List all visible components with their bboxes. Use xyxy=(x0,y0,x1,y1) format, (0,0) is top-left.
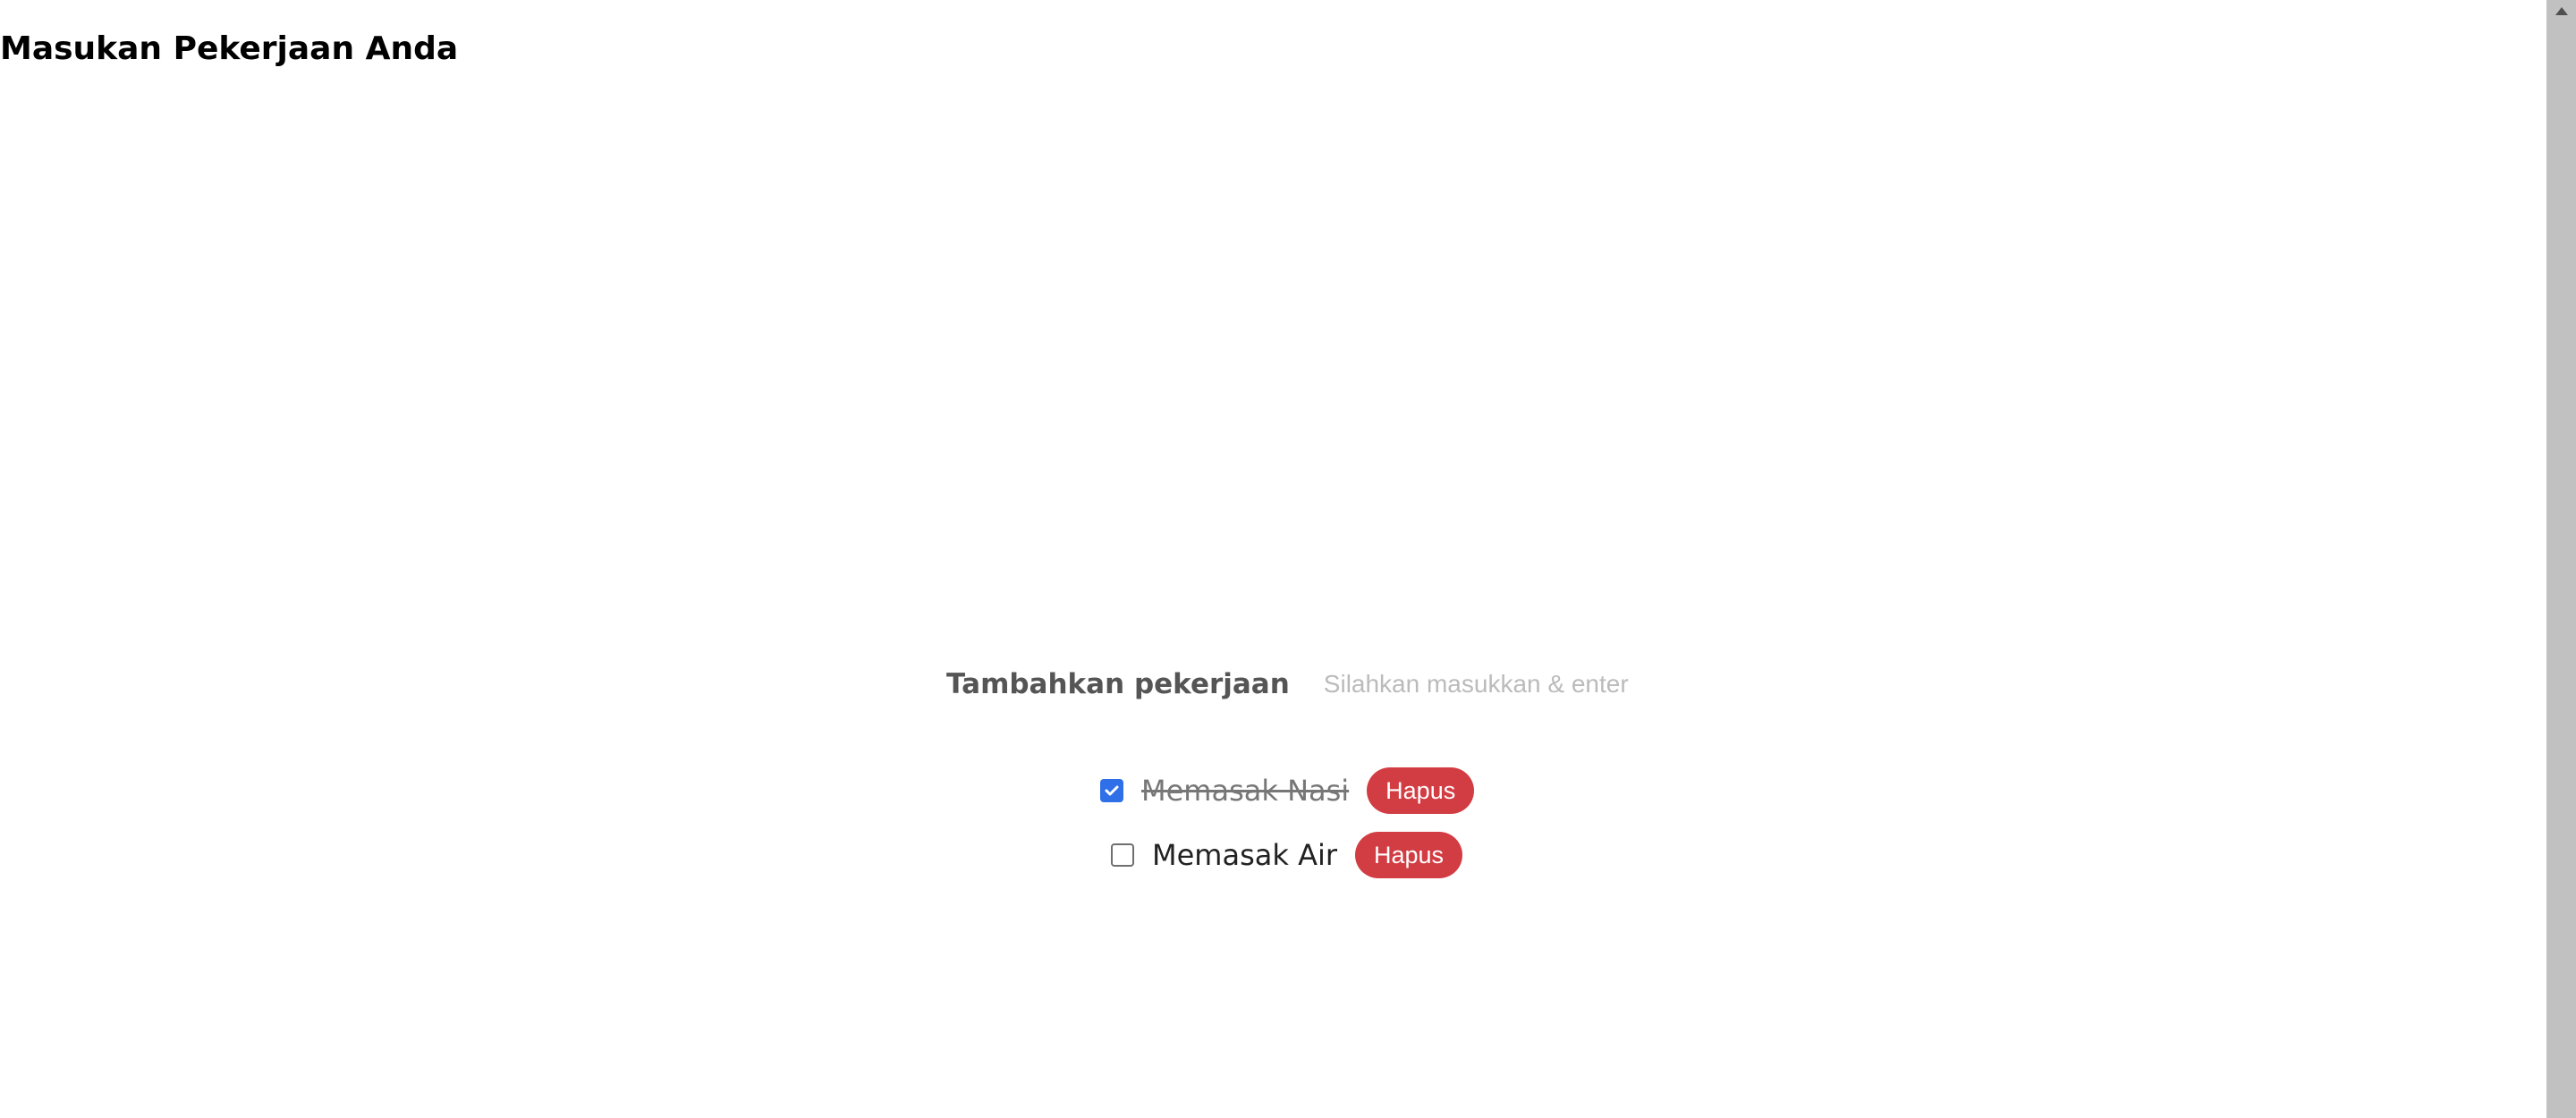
check-icon xyxy=(1105,785,1119,796)
chevron-up-icon[interactable] xyxy=(2555,7,2568,15)
task-item-memasak-nasi: Memasak Nasi Hapus xyxy=(1100,767,1475,814)
add-task-label: Tambahkan pekerjaan xyxy=(946,668,1290,700)
task-text: Memasak Air xyxy=(1152,838,1337,872)
task-checkbox[interactable] xyxy=(1100,779,1123,802)
delete-task-button[interactable]: Hapus xyxy=(1367,767,1475,814)
task-input[interactable] xyxy=(1323,663,1699,706)
task-text: Memasak Nasi xyxy=(1141,774,1350,808)
todo-page: Masukan Pekerjaan Anda Tambahkan pekerja… xyxy=(0,0,2576,1118)
vertical-scrollbar[interactable] xyxy=(2546,0,2576,1118)
task-list: Memasak Nasi Hapus Memasak Air Hapus xyxy=(1100,767,1475,896)
page-title: Masukan Pekerjaan Anda xyxy=(0,30,459,67)
add-task-row: Tambahkan pekerjaan xyxy=(946,662,1699,707)
task-item-memasak-air: Memasak Air Hapus xyxy=(1111,832,1474,878)
delete-task-button[interactable]: Hapus xyxy=(1355,832,1463,878)
task-checkbox[interactable] xyxy=(1111,843,1134,867)
